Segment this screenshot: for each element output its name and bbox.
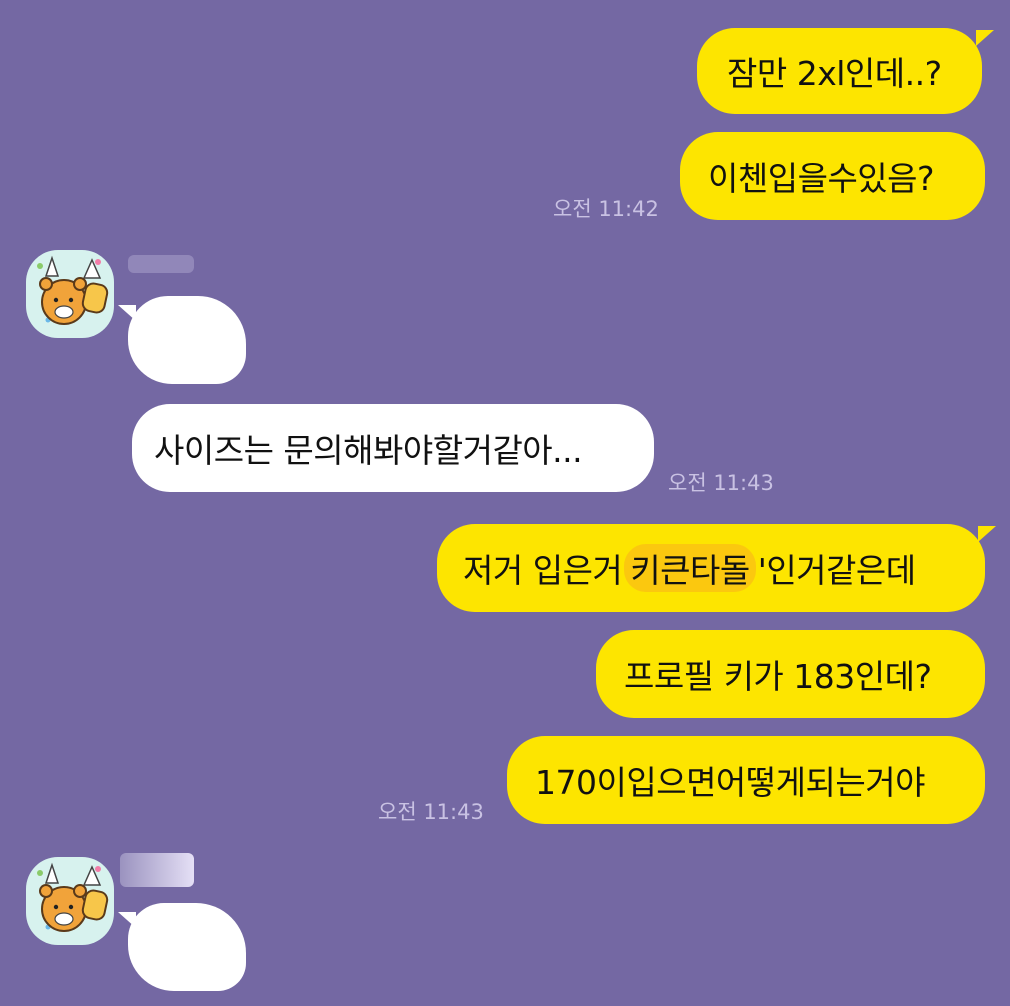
message-timestamp: 오전 11:43 [378, 800, 484, 824]
message-text-before: 저거 입은거 [463, 551, 623, 590]
received-message-bubble[interactable]: 사이즈는 문의해봐야할거같아... [132, 404, 654, 492]
bubble-tail [118, 912, 136, 928]
redacted-message-bubble [128, 296, 246, 384]
bubble-tail [976, 30, 994, 46]
message-text: 잠만 2xl인데..? [727, 54, 942, 93]
sent-message-bubble[interactable]: 저거 입은거 키큰타돌 '인거같은데 [437, 524, 985, 612]
sent-message-bubble[interactable]: 이첸입을수있음? [680, 132, 985, 220]
message-text-after: '인거같은데 [757, 551, 916, 590]
message-text: 사이즈는 문의해봐야할거같아... [154, 431, 583, 470]
highlighted-text: 키큰타돌 [624, 544, 756, 592]
sent-message-bubble[interactable]: 잠만 2xl인데..? [697, 28, 982, 114]
contact-name [128, 255, 194, 273]
bear-character-avatar-icon [37, 255, 109, 325]
contact-avatar[interactable] [26, 857, 114, 945]
bubble-tail [978, 526, 996, 542]
sent-message-bubble[interactable]: 프로필 키가 183인데? [596, 630, 985, 718]
bear-character-avatar-icon [37, 862, 109, 932]
message-text: 170이입으면어떻게되는거야 [535, 763, 925, 802]
message-text: 프로필 키가 183인데? [624, 657, 932, 696]
contact-avatar[interactable] [26, 250, 114, 338]
message-text: 이첸입을수있음? [708, 159, 935, 198]
bubble-tail [118, 305, 136, 321]
contact-name [120, 853, 194, 887]
message-timestamp: 오전 11:42 [553, 197, 659, 221]
message-timestamp: 오전 11:43 [668, 471, 774, 495]
redacted-message-bubble [128, 903, 246, 991]
sent-message-bubble[interactable]: 170이입으면어떻게되는거야 [507, 736, 985, 824]
